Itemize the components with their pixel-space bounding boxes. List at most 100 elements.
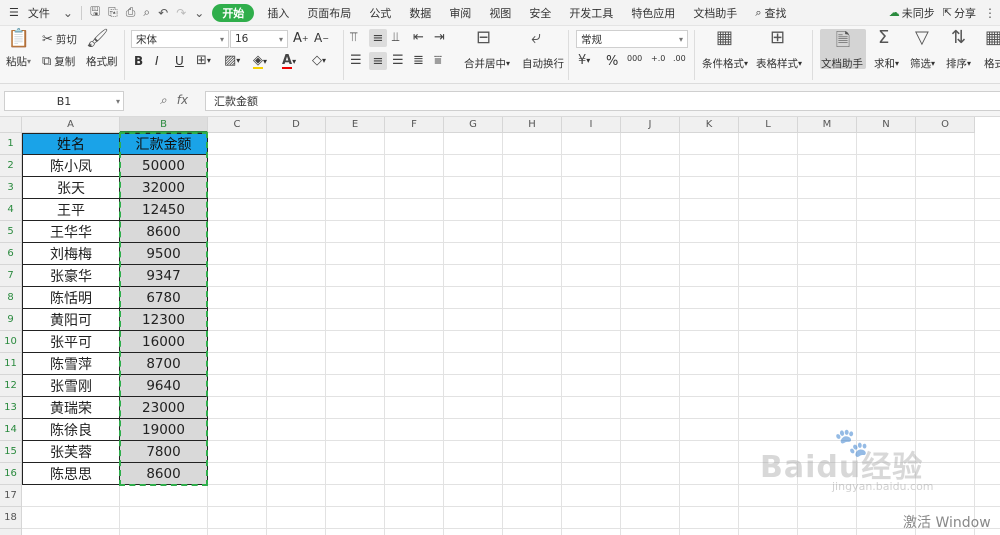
column-header[interactable]: J [621,117,680,133]
name-cell[interactable]: 张雪刚 [22,375,120,397]
amount-cell[interactable]: 7800 [120,441,208,463]
amount-cell[interactable]: 8600 [120,463,208,485]
name-cell[interactable]: 刘梅梅 [22,243,120,265]
amount-cell[interactable]: 16000 [120,331,208,353]
paste-button[interactable]: 📋 [6,30,32,48]
amount-cell[interactable]: 32000 [120,177,208,199]
amount-cell[interactable]: 6780 [120,287,208,309]
row-header[interactable]: 7 [0,265,22,287]
share-button[interactable]: ⇱ 分享 [939,0,980,26]
justify-button[interactable]: ≣ [413,54,424,67]
row-header[interactable]: 15 [0,441,22,463]
name-cell[interactable]: 张平可 [22,331,120,353]
row-header[interactable]: 4 [0,199,22,221]
underline-button[interactable]: U [175,54,184,68]
name-cell[interactable]: 黄阳可 [22,309,120,331]
column-header[interactable]: C [208,117,267,133]
name-cell[interactable]: 陈雪萍 [22,353,120,375]
fill-color-button[interactable]: ◈ ▾ [253,54,267,69]
column-header[interactable]: F [385,117,444,133]
format-label[interactable]: 格式 [984,56,1000,71]
name-cell[interactable]: 陈思思 [22,463,120,485]
column-header[interactable]: G [444,117,503,133]
wrap-text-label[interactable]: 自动换行 [522,56,564,71]
column-header[interactable]: A [22,117,120,133]
number-format-select[interactable]: 常规 ▾ [576,30,688,48]
table-style-button[interactable]: ⊞ [770,29,785,47]
name-cell[interactable]: 张天 [22,177,120,199]
name-cell[interactable]: 张豪华 [22,265,120,287]
header-cell-amount[interactable]: 汇款金额 [120,133,208,155]
name-cell[interactable]: 王华华 [22,221,120,243]
amount-cell[interactable]: 12450 [120,199,208,221]
menu-file[interactable]: 文件 [28,0,59,26]
column-header[interactable]: M [798,117,857,133]
row-header[interactable]: 19 [0,529,22,535]
row-header[interactable]: 6 [0,243,22,265]
column-header[interactable]: L [739,117,798,133]
amount-cell[interactable]: 9640 [120,375,208,397]
name-cell[interactable]: 陈徐良 [22,419,120,441]
copy-button[interactable]: ⧉ 复制 [42,54,75,69]
column-header[interactable]: O [916,117,975,133]
table-style-label[interactable]: 表格样式 ▾ [756,56,802,71]
clear-button[interactable]: ◇ ▾ [312,54,326,67]
row-header[interactable]: 13 [0,397,22,419]
name-cell[interactable]: 陈小凤 [22,155,120,177]
row-header[interactable]: 10 [0,331,22,353]
tab-security[interactable]: 安全 [520,0,560,26]
row-header[interactable]: 3 [0,177,22,199]
search-button[interactable]: ⌕ 查找 [746,0,795,26]
format-painter-label[interactable]: 格式刷 [86,54,118,69]
column-header[interactable]: E [326,117,385,133]
amount-cell[interactable]: 19000 [120,419,208,441]
sum-label[interactable]: 求和 ▾ [874,56,899,71]
column-header[interactable]: B [120,117,208,133]
name-cell[interactable]: 陈恬明 [22,287,120,309]
indent-increase-button[interactable]: ⇥ [434,31,445,44]
row-header[interactable]: 12 [0,375,22,397]
column-header[interactable]: I [562,117,621,133]
tab-review[interactable]: 审阅 [440,0,480,26]
cut-button[interactable]: ✂ 剪切 [42,32,77,47]
row-header[interactable]: 17 [0,485,22,507]
row-header[interactable]: 9 [0,309,22,331]
format-button[interactable]: ▦ [985,29,1000,47]
tab-view[interactable]: 视图 [480,0,520,26]
merge-center-button[interactable]: ⊟ [476,29,491,47]
amount-cell[interactable]: 8600 [120,221,208,243]
row-header[interactable]: 14 [0,419,22,441]
font-color-button[interactable]: A ▾ [282,54,296,69]
tab-insert[interactable]: 插入 [258,0,298,26]
align-bottom-button[interactable]: ⫫ [392,31,399,44]
fill-pattern-button[interactable]: ▨ ▾ [224,54,240,67]
filter-button[interactable]: ▽ [915,29,929,47]
tab-doc-assistant[interactable]: 文档助手 [684,0,746,26]
font-size-select[interactable]: 16 ▾ [230,30,288,48]
undo-icon[interactable]: ↶ [154,6,172,20]
chevron-down-icon[interactable]: ⌄ [59,6,77,20]
print-icon[interactable]: ⎙ [122,5,140,20]
align-center-button[interactable]: ≡ [369,52,387,70]
more-icon[interactable]: ⋮ [980,6,1000,20]
paste-label[interactable]: 粘贴 ▾ [6,54,31,69]
format-painter-button[interactable]: 🖌 [86,30,109,48]
customize-icon[interactable]: ⌄ [190,6,208,20]
currency-button[interactable]: ¥ ▾ [578,54,590,67]
indent-decrease-button[interactable]: ⇤ [413,31,424,44]
amount-cell[interactable]: 23000 [120,397,208,419]
sum-button[interactable]: Σ [878,29,889,47]
zoom-icon[interactable]: ⌕ [160,93,167,108]
name-box[interactable]: B1 ▾ [4,91,124,111]
header-cell-name[interactable]: 姓名 [22,133,120,155]
export-icon[interactable]: ⎘ [104,5,122,20]
amount-cell[interactable]: 9500 [120,243,208,265]
merge-center-label[interactable]: 合并居中 ▾ [464,56,510,71]
redo-icon[interactable]: ↷ [172,6,190,20]
row-header[interactable]: 2 [0,155,22,177]
bold-button[interactable]: B [134,54,143,68]
select-all-corner[interactable] [0,117,22,133]
save-icon[interactable]: 🖫 [86,2,104,23]
thousands-button[interactable]: 000 [627,54,642,63]
amount-cell[interactable]: 8700 [120,353,208,375]
